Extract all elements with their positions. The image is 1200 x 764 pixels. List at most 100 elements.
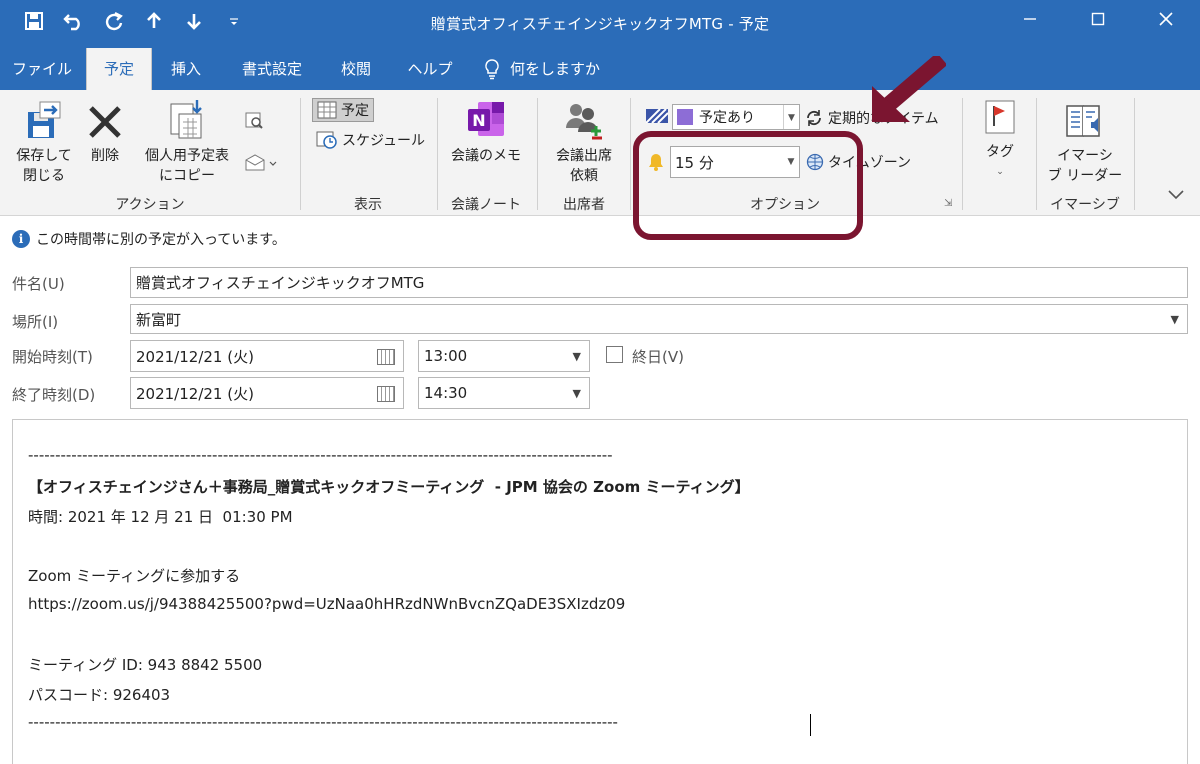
tab-appointment[interactable]: 予定 — [86, 48, 152, 90]
subject-input[interactable]: 贈賞式オフィスチェインジキックオフMTG — [130, 267, 1188, 298]
save-close-label-2: 閉じる — [23, 168, 65, 184]
subject-label: 件名(U) — [12, 275, 65, 293]
end-time-input[interactable]: 14:30 ▼ — [418, 377, 590, 409]
collapse-ribbon-chevron-icon[interactable] — [1166, 186, 1186, 205]
immersive-reader-button[interactable]: イマーシ ブ リーダー — [1044, 98, 1126, 186]
immersive-label-1: イマーシ — [1057, 148, 1113, 164]
show-as-dropdown[interactable]: 予定あり ▼ — [672, 104, 800, 130]
lightbulb-icon — [485, 59, 499, 80]
all-day-label: 終日(V) — [632, 348, 684, 366]
zoom-url[interactable]: https://zoom.us/j/94388425500?pwd=UzNaa0… — [28, 595, 625, 613]
busy-color-swatch — [677, 109, 693, 125]
group-separator — [1036, 98, 1037, 210]
chevron-down-icon: ⌄ — [996, 167, 1004, 177]
ribbon: 保存して 閉じる 削除 個人用予定表 にコピー アクション 予定 スケジュール … — [0, 90, 1200, 216]
invite-label-2: 依頼 — [570, 168, 598, 184]
copy-label-2: にコピー — [159, 168, 215, 184]
tab-format[interactable]: 書式設定 — [228, 48, 316, 90]
group-separator — [300, 98, 301, 210]
meeting-notes-button[interactable]: N 会議のメモ — [446, 98, 526, 166]
schedule-clock-icon — [316, 131, 337, 149]
end-date-input[interactable]: 2021/12/21 (火) — [130, 377, 404, 409]
group-separator — [630, 98, 631, 210]
calendar-preview-button[interactable] — [244, 110, 264, 130]
calendar-icon[interactable] — [377, 349, 395, 365]
show-as-pattern-icon — [646, 109, 668, 123]
copy-label-1: 個人用予定表 — [145, 148, 229, 164]
delete-x-icon — [89, 106, 121, 138]
forward-button[interactable] — [244, 152, 278, 172]
conflict-info-bar: i この時間帯に別の予定が入っています。 — [12, 229, 286, 249]
show-appointment-button[interactable]: 予定 — [312, 98, 374, 122]
chevron-down-icon[interactable]: ▼ — [1171, 305, 1179, 333]
group-label-meeting-notes: 会議ノート — [451, 197, 521, 213]
info-icon: i — [12, 230, 30, 248]
chevron-down-icon[interactable]: ▼ — [573, 378, 581, 408]
show-schedule-button[interactable]: スケジュール — [316, 130, 425, 150]
location-value: 新富町 — [136, 310, 182, 329]
maximize-icon[interactable] — [1064, 0, 1132, 48]
chevron-down-icon[interactable]: ▼ — [573, 341, 581, 371]
group-label-attendees: 出席者 — [563, 197, 605, 213]
start-date-value: 2021/12/21 (火) — [136, 347, 254, 366]
passcode: パスコード: 926403 — [28, 686, 171, 704]
group-label-show: 表示 — [354, 197, 382, 213]
invite-attendees-button[interactable]: 会議出席 依頼 — [546, 98, 622, 186]
tab-insert[interactable]: 挿入 — [158, 48, 214, 90]
calendar-icon[interactable] — [377, 386, 395, 402]
group-separator — [1134, 98, 1135, 210]
start-time-input[interactable]: 13:00 ▼ — [418, 340, 590, 372]
chevron-down-icon: ▼ — [783, 105, 799, 129]
tags-button[interactable]: タグ ⌄ — [972, 98, 1028, 182]
save-close-icon — [28, 101, 61, 138]
copy-to-calendar-button[interactable]: 個人用予定表 にコピー — [132, 98, 242, 186]
annotation-highlight-box — [633, 131, 863, 240]
start-date-input[interactable]: 2021/12/21 (火) — [130, 340, 404, 372]
flag-icon — [985, 100, 1015, 134]
dialog-launcher-icon[interactable]: ⇲ — [944, 198, 952, 209]
group-separator — [962, 98, 963, 210]
tell-me-label: 何をしますか — [510, 60, 601, 78]
tell-me-search[interactable]: 何をしますか — [484, 48, 614, 90]
save-and-close-button[interactable]: 保存して 閉じる — [10, 98, 78, 186]
group-label-immersive: イマーシブ — [1050, 197, 1120, 213]
separator-line: ----------------------------------------… — [28, 446, 613, 464]
group-label-actions: アクション — [115, 197, 185, 213]
message-body-editor[interactable]: ----------------------------------------… — [12, 419, 1188, 764]
annotation-arrow-icon — [872, 56, 946, 122]
tab-review[interactable]: 校閲 — [328, 48, 384, 90]
end-time-value: 14:30 — [424, 384, 468, 402]
delete-button[interactable]: 削除 — [82, 98, 128, 166]
text-cursor — [810, 714, 811, 736]
location-input[interactable]: 新富町 ▼ — [130, 304, 1188, 334]
start-time-value: 13:00 — [424, 347, 468, 365]
close-icon[interactable] — [1132, 0, 1200, 48]
copy-calendar-icon — [170, 100, 202, 139]
meeting-notes-label: 会議のメモ — [451, 148, 521, 164]
calendar-preview-icon — [245, 112, 263, 129]
location-label: 場所(I) — [12, 313, 59, 331]
show-as-value: 予定あり — [699, 110, 755, 126]
separator-line-end: ----------------------------------------… — [28, 713, 618, 731]
meeting-heading: 【オフィスチェインジさん＋事務局_贈賞式キックオフミーティング - JPM 協会… — [28, 478, 750, 496]
end-time-label: 終了時刻(D) — [12, 386, 96, 404]
ribbon-tabs: ファイル 予定 挿入 書式設定 校閲 ヘルプ 何をしますか — [0, 48, 1200, 90]
conflict-message: この時間帯に別の予定が入っています。 — [36, 232, 286, 248]
zoom-join-text: Zoom ミーティングに参加する — [28, 567, 241, 585]
end-date-value: 2021/12/21 (火) — [136, 384, 254, 403]
save-close-label-1: 保存して — [16, 148, 72, 164]
people-icon — [566, 104, 602, 140]
invite-label-1: 会議出席 — [556, 148, 612, 164]
group-separator — [537, 98, 538, 210]
all-day-checkbox[interactable] — [606, 346, 623, 363]
immersive-label-2: ブ リーダー — [1047, 168, 1123, 184]
meeting-time: 時間: 2021 年 12 月 21 日 01:30 PM — [28, 508, 293, 526]
tags-label: タグ — [986, 144, 1014, 160]
title-bar: 贈賞式オフィスチェインジキックオフMTG - 予定 — [0, 0, 1200, 48]
show-schedule-label: スケジュール — [342, 133, 426, 149]
recurrence-icon — [807, 110, 821, 126]
tab-help[interactable]: ヘルプ — [398, 48, 462, 90]
appointment-grid-icon — [317, 101, 337, 119]
minimize-icon[interactable] — [996, 0, 1064, 48]
tab-file[interactable]: ファイル — [6, 48, 78, 90]
